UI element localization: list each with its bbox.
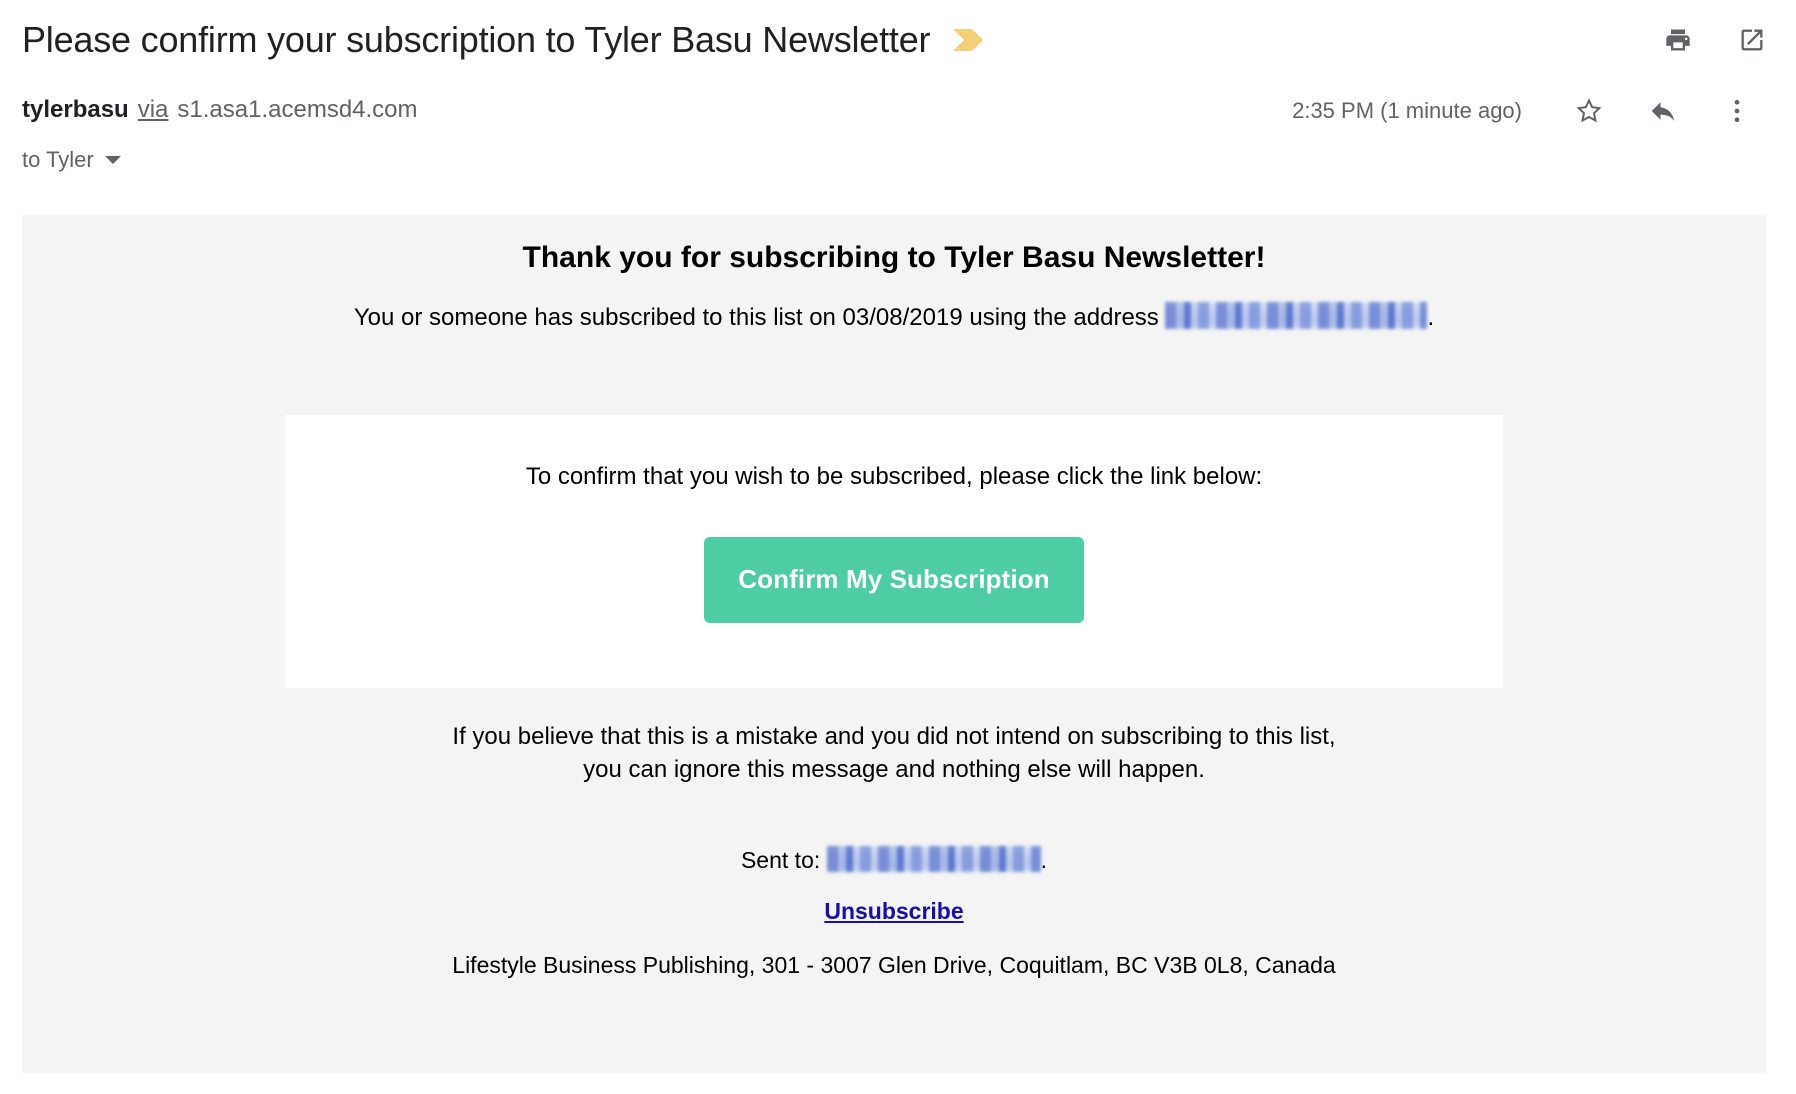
mistake-note: If you believe that this is a mistake an… bbox=[22, 720, 1766, 786]
confirmation-card: To confirm that you wish to be subscribe… bbox=[285, 415, 1503, 688]
header-actions bbox=[1664, 26, 1774, 54]
print-icon[interactable] bbox=[1664, 26, 1692, 54]
postal-address: Lifestyle Business Publishing, 301 - 300… bbox=[452, 952, 1336, 978]
email-greeting: Thank you for subscribing to Tyler Basu … bbox=[522, 241, 1266, 274]
cta-container: Confirm My Subscription bbox=[285, 493, 1503, 623]
star-button[interactable] bbox=[1552, 96, 1626, 126]
redacted-email-address bbox=[1165, 302, 1428, 329]
sender-line: tylerbasu via s1.asa1.acemsd4.com 2:35 P… bbox=[22, 95, 1774, 137]
subscribe-note: You or someone has subscribed to this li… bbox=[22, 277, 1766, 334]
chevron-down-icon[interactable] bbox=[104, 156, 121, 164]
open-in-new-window-icon[interactable] bbox=[1738, 26, 1766, 54]
unsubscribe-link[interactable]: Unsubscribe bbox=[824, 898, 963, 924]
via-label[interactable]: via bbox=[138, 95, 169, 125]
reply-arrow-icon[interactable] bbox=[1648, 96, 1678, 126]
message-meta-block: tylerbasu via s1.asa1.acemsd4.com 2:35 P… bbox=[0, 95, 1796, 195]
sent-to-label: Sent to: bbox=[740, 847, 821, 873]
unsubscribe-row: Unsubscribe bbox=[22, 898, 1766, 925]
yellow-chevron-icon[interactable] bbox=[952, 27, 986, 53]
email-body: Thank you for subscribing to Tyler Basu … bbox=[22, 215, 1766, 1073]
page-title: Please confirm your subscription to Tyle… bbox=[22, 19, 931, 60]
subscribe-note-text: You or someone has subscribed to this li… bbox=[353, 304, 1159, 331]
message-actions: 2:35 PM (1 minute ago) bbox=[1292, 95, 1774, 126]
star-outline-icon[interactable] bbox=[1574, 96, 1604, 126]
message-timestamp: 2:35 PM (1 minute ago) bbox=[1292, 98, 1522, 123]
redacted-recipient-address bbox=[826, 846, 1041, 872]
confirm-subscription-button[interactable]: Confirm My Subscription bbox=[704, 537, 1084, 623]
more-vertical-icon[interactable] bbox=[1722, 96, 1752, 126]
sent-to-row: Sent to: . bbox=[22, 845, 1766, 875]
sender-name[interactable]: tylerbasu bbox=[22, 95, 129, 125]
mistake-note-line-1: If you believe that this is a mistake an… bbox=[452, 723, 1336, 750]
card-instruction: To confirm that you wish to be subscribe… bbox=[525, 463, 1263, 490]
via-domain: s1.asa1.acemsd4.com bbox=[177, 96, 418, 123]
sent-to-period: . bbox=[1040, 847, 1048, 873]
mistake-note-line-2: you can ignore this message and nothing … bbox=[583, 756, 1205, 783]
recipient-label: to Tyler bbox=[22, 147, 94, 172]
subscribe-note-period: . bbox=[1427, 304, 1435, 331]
more-options-button[interactable] bbox=[1700, 96, 1774, 126]
reply-button[interactable] bbox=[1626, 96, 1700, 126]
subject-header-bar: Please confirm your subscription to Tyle… bbox=[0, 0, 1796, 80]
recipient-line[interactable]: to Tyler bbox=[22, 147, 1774, 173]
